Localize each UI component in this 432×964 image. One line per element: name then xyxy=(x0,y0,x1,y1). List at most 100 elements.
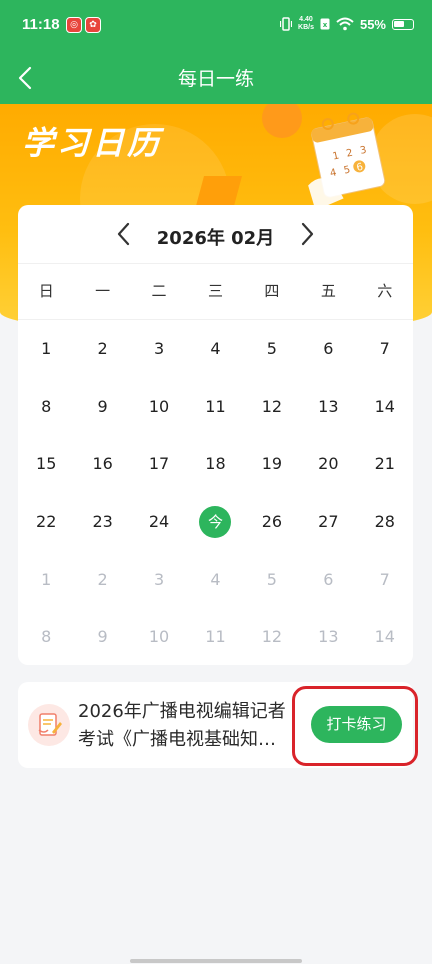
calendar-day[interactable]: 19 xyxy=(244,435,300,493)
calendar-day[interactable]: 13 xyxy=(300,378,356,436)
calendar-illustration-icon: 1 2 3 4 5 6 xyxy=(308,112,386,206)
checkin-practice-button[interactable]: 打卡练习 xyxy=(311,706,402,743)
calendar-day-label: 7 xyxy=(379,569,390,589)
calendar-day[interactable]: 1 xyxy=(18,550,74,608)
week-row: 1 2 3 4 5 6 7 xyxy=(18,320,413,378)
calendar-day-label: 1 xyxy=(41,569,52,589)
calendar-day[interactable]: 28 xyxy=(357,493,413,551)
calendar-day[interactable]: 23 xyxy=(74,493,130,551)
nav-bar: 每日一练 xyxy=(0,52,432,104)
calendar-day[interactable]: 8 xyxy=(18,608,74,666)
calendar-day[interactable]: 2 xyxy=(74,320,130,378)
vibrate-icon xyxy=(280,17,293,31)
calendar-day-label: 4 xyxy=(210,339,221,359)
calendar-day-label: 13 xyxy=(318,396,339,416)
calendar-day[interactable]: 5 xyxy=(244,320,300,378)
calendar-day-label: 12 xyxy=(261,627,283,647)
calendar-day[interactable]: 3 xyxy=(131,550,187,608)
app-notification-icon: ◎ xyxy=(66,17,82,33)
page-title: 每日一练 xyxy=(177,68,254,90)
calendar-day-label: 17 xyxy=(148,454,170,474)
calendar-day-label: 6 xyxy=(323,339,334,359)
calendar-day[interactable]: 27 xyxy=(300,493,356,551)
calendar-day-label: 22 xyxy=(36,512,57,532)
svg-text:x: x xyxy=(323,21,328,29)
calendar-day[interactable]: 2 xyxy=(74,550,130,608)
calendar-day[interactable]: 4 xyxy=(187,320,243,378)
home-indicator[interactable] xyxy=(130,959,302,963)
calendar-day[interactable]: 11 xyxy=(187,378,243,436)
weekday-label: 一 xyxy=(95,282,111,300)
calendar-day-label: 14 xyxy=(374,627,395,647)
calendar-day[interactable]: 9 xyxy=(74,378,130,436)
calendar-day[interactable]: 10 xyxy=(131,378,187,436)
calendar-day[interactable]: 14 xyxy=(357,378,413,436)
calendar-day-label: 20 xyxy=(318,454,339,474)
battery-icon xyxy=(392,18,414,30)
status-icons: 4.40 KB/s x 55% xyxy=(280,16,414,32)
calendar-day[interactable]: 5 xyxy=(244,550,300,608)
status-bar: 11:18 ◎ ✿ 4.40 KB/s x 55% xyxy=(0,0,432,52)
weekday-label: 三 xyxy=(207,282,223,300)
calendar-day-label: 8 xyxy=(41,627,52,647)
exam-paper-icon xyxy=(28,704,70,746)
banner-title: 学习日历 xyxy=(22,124,163,162)
calendar-day-label: 5 xyxy=(266,569,277,589)
calendar-day[interactable]: 10 xyxy=(131,608,187,666)
calendar-day-label: 14 xyxy=(374,396,395,416)
week-row: 15 16 17 18 19 20 21 xyxy=(18,435,413,493)
calendar-day[interactable]: 26 xyxy=(244,493,300,551)
calendar-day[interactable]: 6 xyxy=(300,320,356,378)
calendar-day[interactable]: 15 xyxy=(18,435,74,493)
calendar-day[interactable]: 7 xyxy=(357,320,413,378)
calendar-day-label: 1 xyxy=(41,339,52,359)
calendar-day[interactable]: 12 xyxy=(244,608,300,666)
net-speed: 4.40 KB/s xyxy=(298,16,314,31)
sim-icon: x xyxy=(320,18,330,30)
practice-task-card[interactable]: 2026年广播电视编辑记者考试《广播电视基础知… 打卡练习 xyxy=(18,682,418,768)
week-row: 1 2 3 4 5 6 7 xyxy=(18,550,413,608)
calendar-day[interactable]: 1 xyxy=(18,320,74,378)
next-month-button[interactable] xyxy=(292,219,322,249)
battery-percent: 55% xyxy=(359,16,386,32)
calendar-day[interactable]: 16 xyxy=(74,435,130,493)
calendar-day[interactable]: 9 xyxy=(74,608,130,666)
calendar-day-label: 16 xyxy=(92,454,113,474)
calendar-day-label: 11 xyxy=(205,627,226,647)
calendar-day-label: 18 xyxy=(205,454,226,474)
wifi-icon xyxy=(336,17,354,31)
calendar-day-label: 9 xyxy=(97,627,108,647)
calendar-day[interactable]: 17 xyxy=(131,435,187,493)
calendar-day-label: 23 xyxy=(92,512,113,532)
calendar-day[interactable]: 3 xyxy=(131,320,187,378)
calendar-card: 2026年 02月 日一二三四五六 1 2 3 4 5 6 7 8 9 10 11 12 13 14 15 1… xyxy=(18,205,413,665)
calendar-day[interactable]: 14 xyxy=(357,608,413,666)
calendar-day-label: 28 xyxy=(374,512,395,532)
pencil-paper-icon xyxy=(38,713,62,736)
calendar-day[interactable]: 24 xyxy=(131,493,187,551)
calendar-day[interactable]: 21 xyxy=(357,435,413,493)
calendar-day-label: 10 xyxy=(148,396,170,416)
calendar-day-label: 13 xyxy=(318,627,339,647)
calendar-day[interactable]: 8 xyxy=(18,378,74,436)
calendar-day-label: 21 xyxy=(374,454,395,474)
calendar-day[interactable]: 4 xyxy=(187,550,243,608)
calendar-day[interactable]: 13 xyxy=(300,608,356,666)
weekday-header: 日一二三四五六 xyxy=(18,264,413,319)
calendar-day[interactable]: 7 xyxy=(357,550,413,608)
week-row: 22 23 24 今 26 27 28 xyxy=(18,493,413,551)
calendar-day-label: 3 xyxy=(153,569,165,589)
calendar-day-label: 7 xyxy=(379,339,390,359)
calendar-day[interactable]: 22 xyxy=(18,493,74,551)
week-row: 8 9 10 11 12 13 14 xyxy=(18,608,413,666)
calendar-day-today[interactable]: 今 xyxy=(187,493,243,551)
calendar-day[interactable]: 20 xyxy=(300,435,356,493)
calendar-day-label: 9 xyxy=(97,396,108,416)
week-row: 8 9 10 11 12 13 14 xyxy=(18,378,413,436)
calendar-day[interactable]: 6 xyxy=(300,550,356,608)
calendar-day[interactable]: 11 xyxy=(187,608,243,666)
calendar-day[interactable]: 12 xyxy=(244,378,300,436)
calendar-day[interactable]: 18 xyxy=(187,435,243,493)
calendar-day-label: 24 xyxy=(148,512,170,532)
calendar-day-label: 12 xyxy=(261,396,283,416)
